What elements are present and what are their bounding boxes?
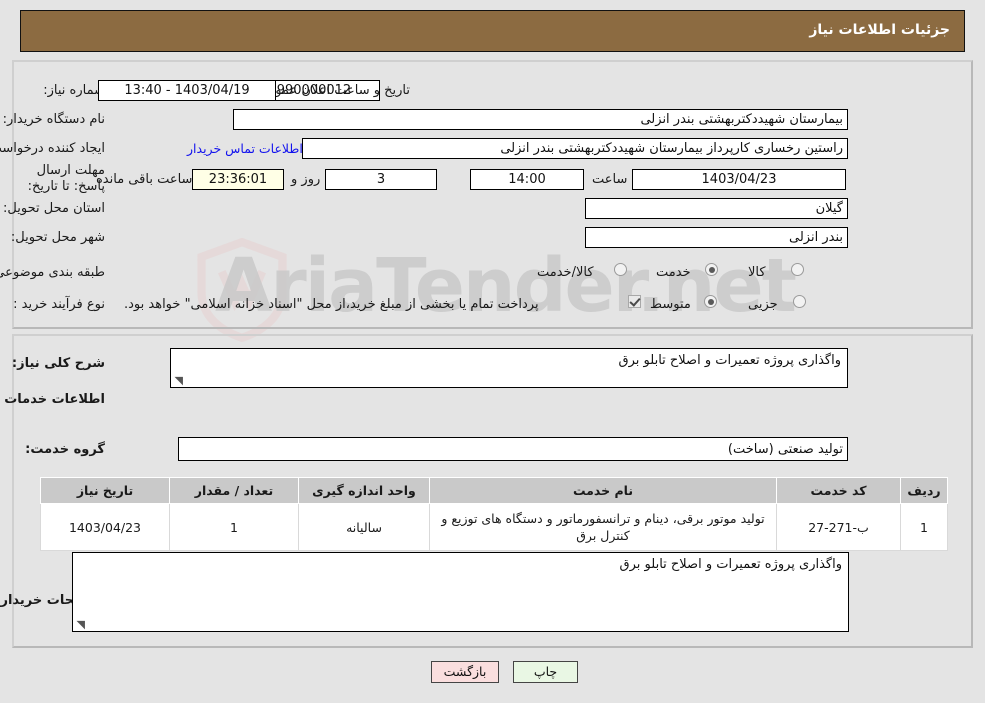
remaining-suffix-label: ساعت باقی مانده <box>96 172 193 187</box>
cell-row-no: 1 <box>900 503 948 551</box>
public-announce-value: 1403/04/19 - 13:40 <box>98 80 276 101</box>
buyer-org-value: بیمارستان شهیددکتربهشتی بندر انزلی <box>233 109 848 130</box>
cell-service-name: تولید موتور برقی، دینام و ترانسفورماتور … <box>429 503 777 551</box>
page-root: AriaTender.net جزئیات اطلاعات نیاز شماره… <box>0 0 985 703</box>
requester-label: ایجاد کننده درخواست: <box>0 141 105 156</box>
back-button[interactable]: بازگشت <box>431 661 499 683</box>
general-desc-label: شرح کلی نیاز: <box>11 356 105 371</box>
cell-unit: سالیانه <box>298 503 430 551</box>
process-radio-motevaset[interactable] <box>704 295 717 308</box>
deadline-date-value: 1403/04/23 <box>632 169 846 190</box>
buyer-contact-link[interactable]: اطلاعات تماس خریدار <box>187 141 303 156</box>
need-number-label: شماره نیاز: <box>43 83 105 98</box>
th-service-code: کد خدمت <box>776 477 901 504</box>
cell-service-code: ب-271-27 <box>776 503 901 551</box>
buyer-notes-textarea[interactable]: واگذاری پروژه تعمیرات و اصلاح تابلو برق … <box>72 552 849 632</box>
resize-grip-icon-2[interactable]: ◥ <box>75 619 85 630</box>
city-value: بندر انزلی <box>585 227 848 248</box>
service-group-label: گروه خدمت: <box>25 442 105 457</box>
cell-quantity: 1 <box>169 503 299 551</box>
category-radio-kala-khedmat[interactable] <box>614 263 627 276</box>
buyer-notes-value: واگذاری پروژه تعمیرات و اصلاح تابلو برق <box>619 557 842 572</box>
remaining-time-value: 23:36:01 <box>192 169 284 190</box>
category-label: طبقه بندی موضوعی: <box>0 265 105 280</box>
public-announce-label: تاریخ و ساعت اعلان عمومی: <box>253 83 410 98</box>
service-group-value: تولید صنعتی (ساخت) <box>178 437 848 461</box>
table-row: 1 ب-271-27 تولید موتور برقی، دینام و ترا… <box>40 503 948 551</box>
process-label-motevaset: متوسط <box>650 297 691 312</box>
th-unit: واحد اندازه گیری <box>298 477 430 504</box>
treasury-note-text: پرداخت تمام یا بخشی از مبلغ خرید،از محل … <box>124 297 539 312</box>
print-button[interactable]: چاپ <box>513 661 578 683</box>
category-radio-khedmat[interactable] <box>705 263 718 276</box>
province-value: گیلان <box>585 198 848 219</box>
deadline-time-value: 14:00 <box>470 169 584 190</box>
page-header-bar: جزئیات اطلاعات نیاز <box>20 10 965 52</box>
requester-value: راستین رخساری کارپرداز بیمارستان شهیددکت… <box>302 138 848 159</box>
deadline-label: مهلت ارسال پاسخ: تا تاریخ: <box>27 163 105 194</box>
th-row-no: ردیف <box>900 477 948 504</box>
city-label: شهر محل تحویل: <box>10 230 105 245</box>
page-title: جزئیات اطلاعات نیاز <box>809 22 950 38</box>
table-header-row: ردیف کد خدمت نام خدمت واحد اندازه گیری ت… <box>40 477 948 504</box>
days-and-label: روز و <box>291 172 321 187</box>
process-label-jozei: جزیی <box>748 297 778 312</box>
services-section-title: اطلاعات خدمات مورد نیاز <box>0 392 105 407</box>
th-quantity: تعداد / مقدار <box>169 477 299 504</box>
resize-grip-icon[interactable]: ◥ <box>173 375 183 386</box>
remaining-days-value: 3 <box>325 169 437 190</box>
th-need-date: تاریخ نیاز <box>40 477 170 504</box>
category-label-kala: کالا <box>748 265 766 280</box>
th-service-name: نام خدمت <box>429 477 777 504</box>
general-desc-value: واگذاری پروژه تعمیرات و اصلاح تابلو برق <box>618 353 841 368</box>
cell-need-date: 1403/04/23 <box>40 503 170 551</box>
process-label: نوع فرآیند خرید : <box>13 297 105 312</box>
category-label-kala-khedmat: کالا/خدمت <box>537 265 594 280</box>
category-label-khedmat: خدمت <box>656 265 691 280</box>
category-radio-kala[interactable] <box>791 263 804 276</box>
services-table: ردیف کد خدمت نام خدمت واحد اندازه گیری ت… <box>40 477 948 551</box>
process-radio-jozei[interactable] <box>793 295 806 308</box>
hour-label: ساعت <box>592 172 628 187</box>
treasury-bonds-checkbox[interactable] <box>628 295 641 308</box>
buyer-org-label: نام دستگاه خریدار: <box>2 112 105 127</box>
general-desc-textarea[interactable]: واگذاری پروژه تعمیرات و اصلاح تابلو برق … <box>170 348 848 388</box>
province-label: استان محل تحویل: <box>3 201 105 216</box>
